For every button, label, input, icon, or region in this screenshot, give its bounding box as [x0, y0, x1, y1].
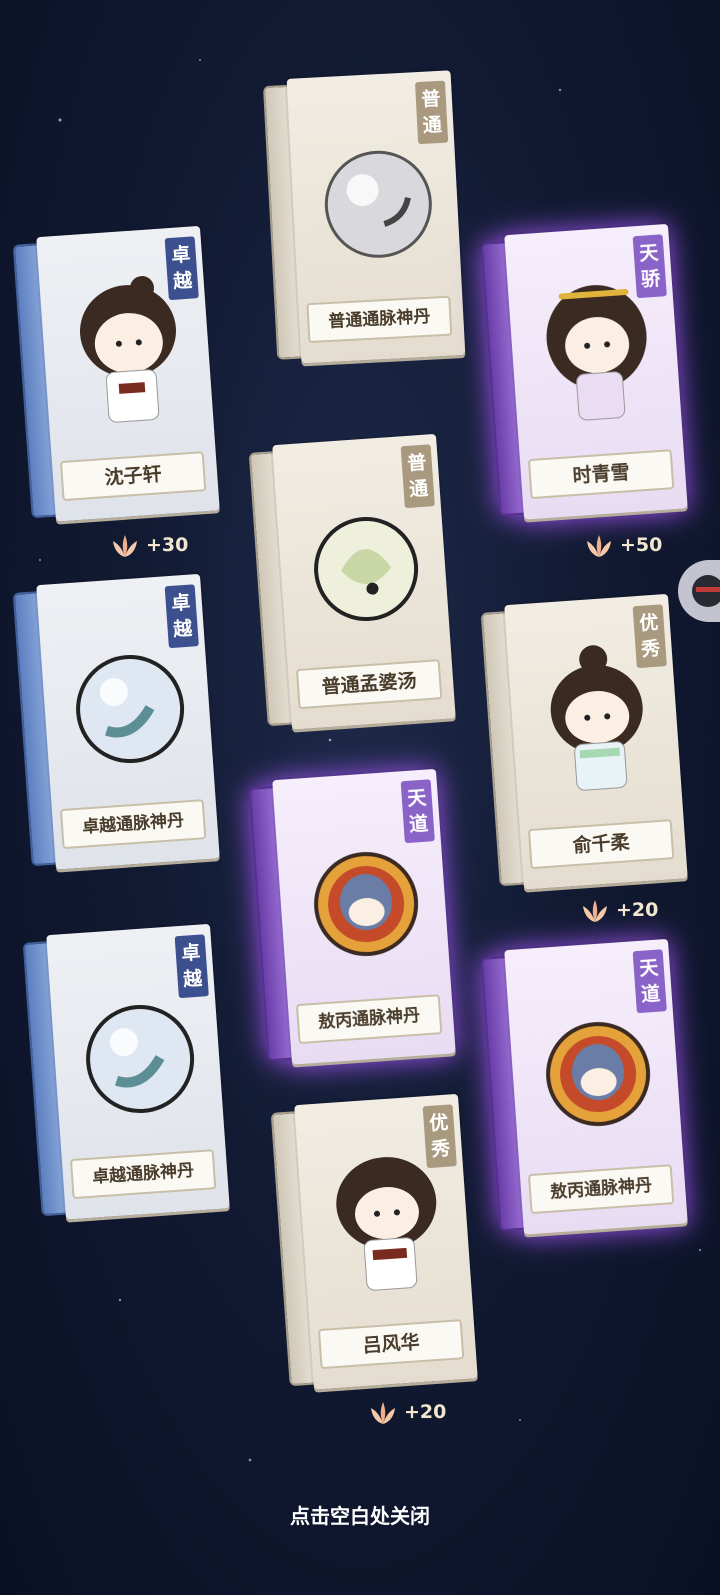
soup-orb-icon — [314, 517, 419, 622]
reward-card-character[interactable]: 优秀 吕风华 — [270, 1093, 479, 1392]
reward-card-pill[interactable]: 天道 敖丙通脉神丹 — [248, 768, 457, 1067]
card-name: 普通通脉神丹 — [306, 295, 453, 344]
pill-orb-icon — [76, 655, 185, 764]
reward-value: +20 — [616, 899, 659, 921]
aobing-orb-icon — [314, 852, 419, 957]
pill-orb-icon — [86, 1005, 195, 1114]
reward-value: +50 — [620, 534, 663, 556]
reward-value: +20 — [404, 1401, 447, 1423]
lotus-icon — [371, 1401, 395, 1424]
lotus-icon — [587, 534, 611, 557]
character-portrait-icon — [546, 285, 647, 421]
reward-points: +20 — [366, 1394, 446, 1430]
reward-card-soup[interactable]: 普通 普通孟婆汤 — [248, 433, 457, 732]
character-portrait-icon — [80, 276, 176, 423]
reward-card-character[interactable]: 优秀 俞千柔 — [480, 593, 689, 892]
reward-card-pill[interactable]: 卓越 卓越通脉神丹 — [12, 573, 221, 872]
lotus-icon — [113, 534, 137, 557]
close-hint-text[interactable]: 点击空白处关闭 — [0, 1500, 720, 1529]
reward-points: +30 — [108, 527, 188, 563]
reward-card-character[interactable]: 天骄 时青雪 — [480, 223, 689, 522]
character-portrait-icon — [336, 1157, 437, 1291]
reward-card-pill[interactable]: 普通 普通通脉神丹 — [262, 70, 468, 365]
reward-card-pill[interactable]: 卓越 卓越通脉神丹 — [22, 923, 231, 1222]
pill-orb-icon — [324, 150, 432, 258]
side-floating-button[interactable] — [678, 560, 720, 622]
reward-card-character[interactable]: 卓越 沈子轩 — [12, 225, 221, 524]
reward-points: +20 — [578, 892, 658, 928]
reward-value: +30 — [146, 534, 189, 556]
avatar-icon — [692, 575, 720, 607]
aobing-orb-icon — [546, 1022, 651, 1127]
reward-card-pill[interactable]: 天道 敖丙通脉神丹 — [480, 938, 689, 1237]
lotus-icon — [583, 899, 607, 922]
reward-points: +50 — [582, 527, 662, 563]
character-portrait-icon — [550, 645, 643, 791]
